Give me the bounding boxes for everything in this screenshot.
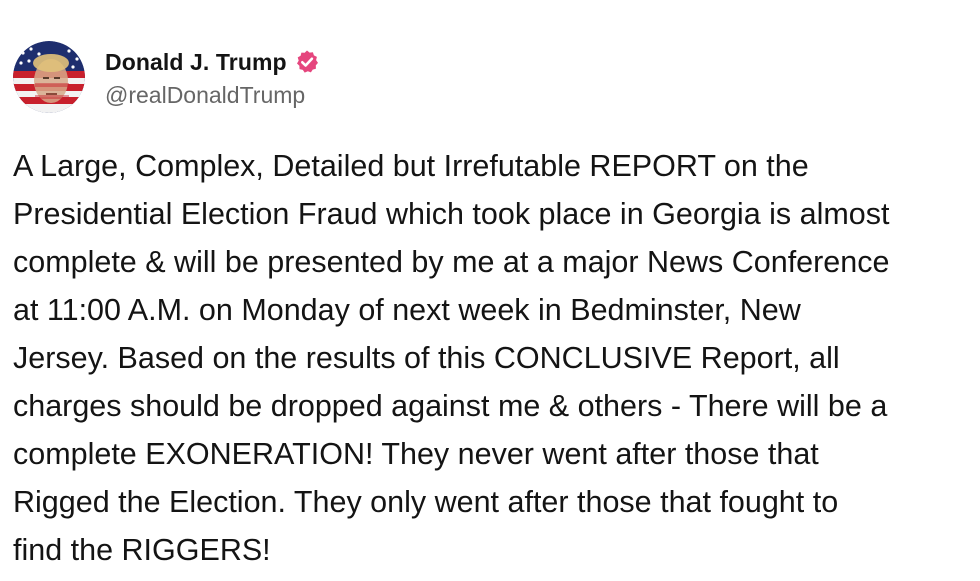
post-header: Donald J. Trump @realDonaldTrump xyxy=(13,40,320,114)
verified-badge-icon xyxy=(294,49,320,75)
user-handle[interactable]: @realDonaldTrump xyxy=(105,82,320,109)
post-card: Donald J. Trump @realDonaldTrump A Large… xyxy=(0,0,980,581)
post-text: A Large, Complex, Detailed but Irrefutab… xyxy=(13,149,890,567)
name-row: Donald J. Trump xyxy=(105,45,320,79)
display-name[interactable]: Donald J. Trump xyxy=(105,49,287,76)
avatar[interactable] xyxy=(13,41,85,113)
author-names: Donald J. Trump @realDonaldTrump xyxy=(105,45,320,109)
avatar-image xyxy=(13,41,85,113)
